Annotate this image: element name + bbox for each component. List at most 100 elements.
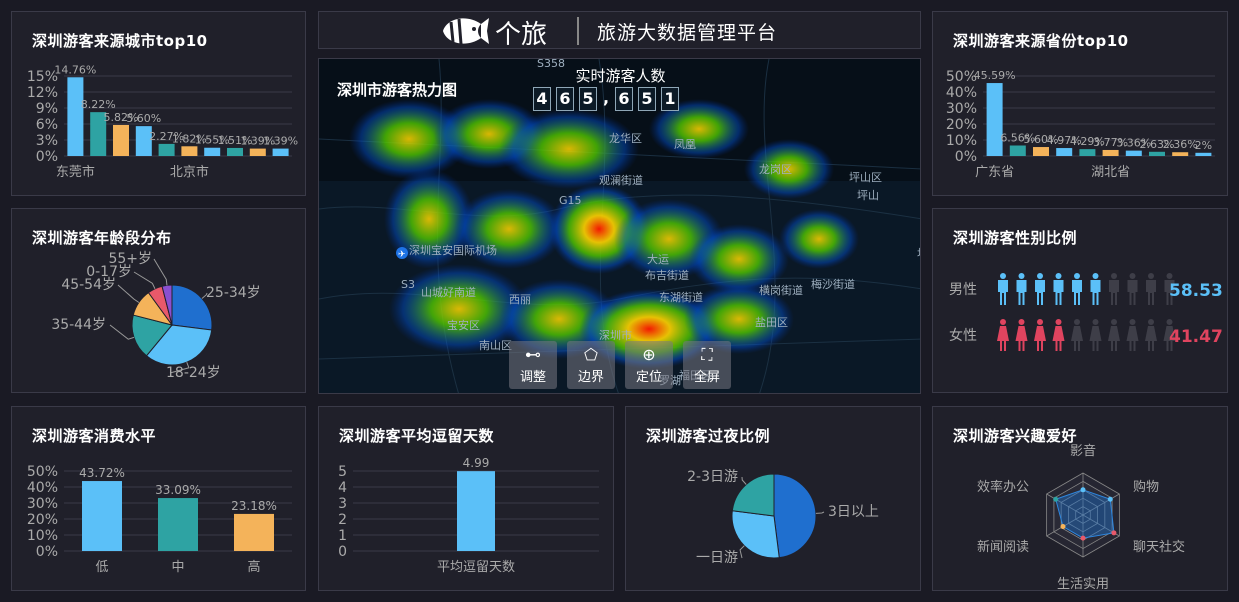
y-tick-label: 40% bbox=[946, 85, 977, 101]
data-label: 2.36% bbox=[1163, 138, 1198, 151]
female-icon-head bbox=[1037, 319, 1043, 325]
data-label: 5.60% bbox=[126, 112, 161, 125]
pie-label: 25-34岁 bbox=[206, 285, 261, 301]
female-icon-head bbox=[1055, 319, 1062, 325]
bar bbox=[227, 147, 243, 156]
y-tick-label: 10% bbox=[27, 528, 58, 544]
male-icon-head bbox=[1037, 273, 1043, 279]
y-tick-label: 6% bbox=[36, 117, 58, 133]
adjust-button[interactable]: ⊷ 调整 bbox=[509, 341, 557, 389]
map-place-label: 东湖街道 bbox=[659, 290, 703, 304]
radar-point bbox=[1107, 496, 1113, 502]
map-place-label: 山城好南道 bbox=[421, 285, 476, 299]
bar bbox=[181, 146, 198, 156]
female-icon-head bbox=[1148, 319, 1154, 325]
female-icon-head bbox=[1111, 319, 1117, 325]
brand-name: 个旅 bbox=[495, 20, 548, 50]
map-button-label: 全屏 bbox=[693, 370, 720, 385]
locate-button[interactable]: ⊕ 定位 bbox=[625, 341, 673, 389]
pie-leader-line bbox=[133, 271, 156, 290]
bar bbox=[272, 148, 289, 156]
bar bbox=[249, 148, 266, 156]
data-label: 2% bbox=[1195, 139, 1212, 152]
male-person-icon bbox=[998, 273, 1008, 305]
female-icon-body bbox=[1145, 326, 1157, 351]
map-place-label: 宝安区 bbox=[447, 318, 480, 332]
pie-slice bbox=[773, 473, 817, 559]
data-label: 1.39% bbox=[263, 135, 298, 148]
male-icon-head bbox=[1018, 273, 1025, 279]
data-label: 23.18% bbox=[231, 499, 277, 513]
fullscreen-icon: ⛶ bbox=[701, 345, 713, 364]
female-person-icon bbox=[1145, 319, 1157, 351]
map-place-label: 布吉街道 bbox=[645, 268, 689, 282]
map-button-label: 定位 bbox=[635, 370, 662, 385]
female-percent: 41.47 bbox=[1169, 327, 1223, 347]
counter-digit: 6 bbox=[556, 87, 574, 111]
data-label: 33.09% bbox=[155, 483, 201, 497]
bar bbox=[67, 77, 84, 156]
bar bbox=[1149, 151, 1165, 156]
pie-label: 一日游 bbox=[696, 550, 738, 566]
map-toolbar: ⊷ 调整 ⬠ 边界 ⊕ 定位 ⛶ 全屏 bbox=[509, 341, 731, 389]
x-tick-label: 高 bbox=[247, 559, 260, 575]
pie-label: 18-24岁 bbox=[166, 365, 221, 381]
male-person-icon bbox=[1035, 273, 1045, 305]
male-icon-head bbox=[1129, 273, 1136, 279]
platform-title: 旅游大数据管理平台 bbox=[597, 22, 778, 44]
y-tick-label: 20% bbox=[27, 512, 58, 528]
male-person-icon bbox=[1127, 273, 1138, 305]
female-icon-body bbox=[1108, 326, 1120, 351]
header-divider bbox=[577, 17, 579, 45]
interests-panel: 深圳游客兴趣爱好 影音 购物 聊天社交 生活实用 新闻阅读 效率办公 bbox=[932, 406, 1228, 592]
radar-point bbox=[1080, 487, 1086, 493]
x-tick-label: 北京市 bbox=[170, 164, 209, 180]
radar-point bbox=[1060, 524, 1066, 530]
y-tick-label: 50% bbox=[946, 69, 977, 85]
radar-point bbox=[1053, 496, 1059, 502]
stay-days-bar-chart: 012345 4.99 平均逗留天数 bbox=[338, 456, 599, 575]
radar-point bbox=[1111, 530, 1117, 536]
female-icon-body bbox=[1015, 326, 1028, 351]
fullscreen-button[interactable]: ⛶ 全屏 bbox=[683, 341, 731, 389]
bar bbox=[1079, 149, 1096, 156]
pie-leader-line bbox=[741, 476, 747, 485]
counter-digit: 5 bbox=[638, 87, 656, 111]
map-place-label: 龙岗区 bbox=[759, 163, 792, 176]
map-place-label: 深圳市 bbox=[599, 328, 632, 342]
counter-digit: 4 bbox=[533, 87, 551, 111]
adjust-icon: ⊷ bbox=[525, 345, 541, 364]
map-place-label: 观澜街道 bbox=[599, 173, 643, 187]
male-icon-head bbox=[1111, 273, 1117, 279]
female-icon-head bbox=[1166, 319, 1173, 325]
female-icon-head bbox=[1000, 319, 1006, 325]
age-distribution-panel: 深圳游客年龄段分布 25-34岁 18-24岁 35-44岁 45-54岁 0-17岁 5… bbox=[11, 208, 306, 393]
boundary-button[interactable]: ⬠ 边界 bbox=[567, 341, 615, 389]
female-icon-head bbox=[1074, 319, 1080, 325]
x-tick-label: 东莞市 bbox=[56, 164, 95, 180]
boundary-icon: ⬠ bbox=[584, 345, 598, 364]
female-person-icon bbox=[1108, 319, 1120, 351]
male-icon-body bbox=[1109, 280, 1119, 305]
bar bbox=[1172, 152, 1189, 156]
bar bbox=[1033, 147, 1049, 156]
consumption-bar-chart: 0%10%20%30%40%50% 43.72% 33.09% 23.18% 低 中 高 bbox=[27, 464, 292, 575]
male-person-icon bbox=[1072, 273, 1082, 305]
bar bbox=[158, 143, 175, 156]
radar-axis-label: 效率办公 bbox=[977, 479, 1029, 495]
male-icon-body bbox=[1146, 280, 1156, 305]
x-tick-label: 广东省 bbox=[975, 165, 1014, 180]
pie-label: 2-3日游 bbox=[687, 469, 738, 485]
female-icon-body bbox=[1126, 326, 1139, 351]
bar bbox=[1009, 145, 1026, 156]
male-icon-body bbox=[1072, 280, 1082, 305]
pie-label: 3日以上 bbox=[828, 504, 879, 520]
bar bbox=[158, 498, 198, 551]
map-place-label: 深圳宝安国际机场 bbox=[409, 243, 497, 257]
y-tick-label: 10% bbox=[946, 133, 977, 149]
pie-leader-line bbox=[117, 284, 140, 303]
male-icon-body bbox=[1016, 280, 1027, 305]
bar bbox=[82, 481, 122, 551]
female-person-icon bbox=[1034, 319, 1046, 351]
heatmap-panel[interactable]: S358 龙华区 凤凰 观澜街道 龙岗区 坪山区 坪山 G15 深圳宝安国际机场 大运 布吉街道 S3… bbox=[318, 58, 921, 394]
